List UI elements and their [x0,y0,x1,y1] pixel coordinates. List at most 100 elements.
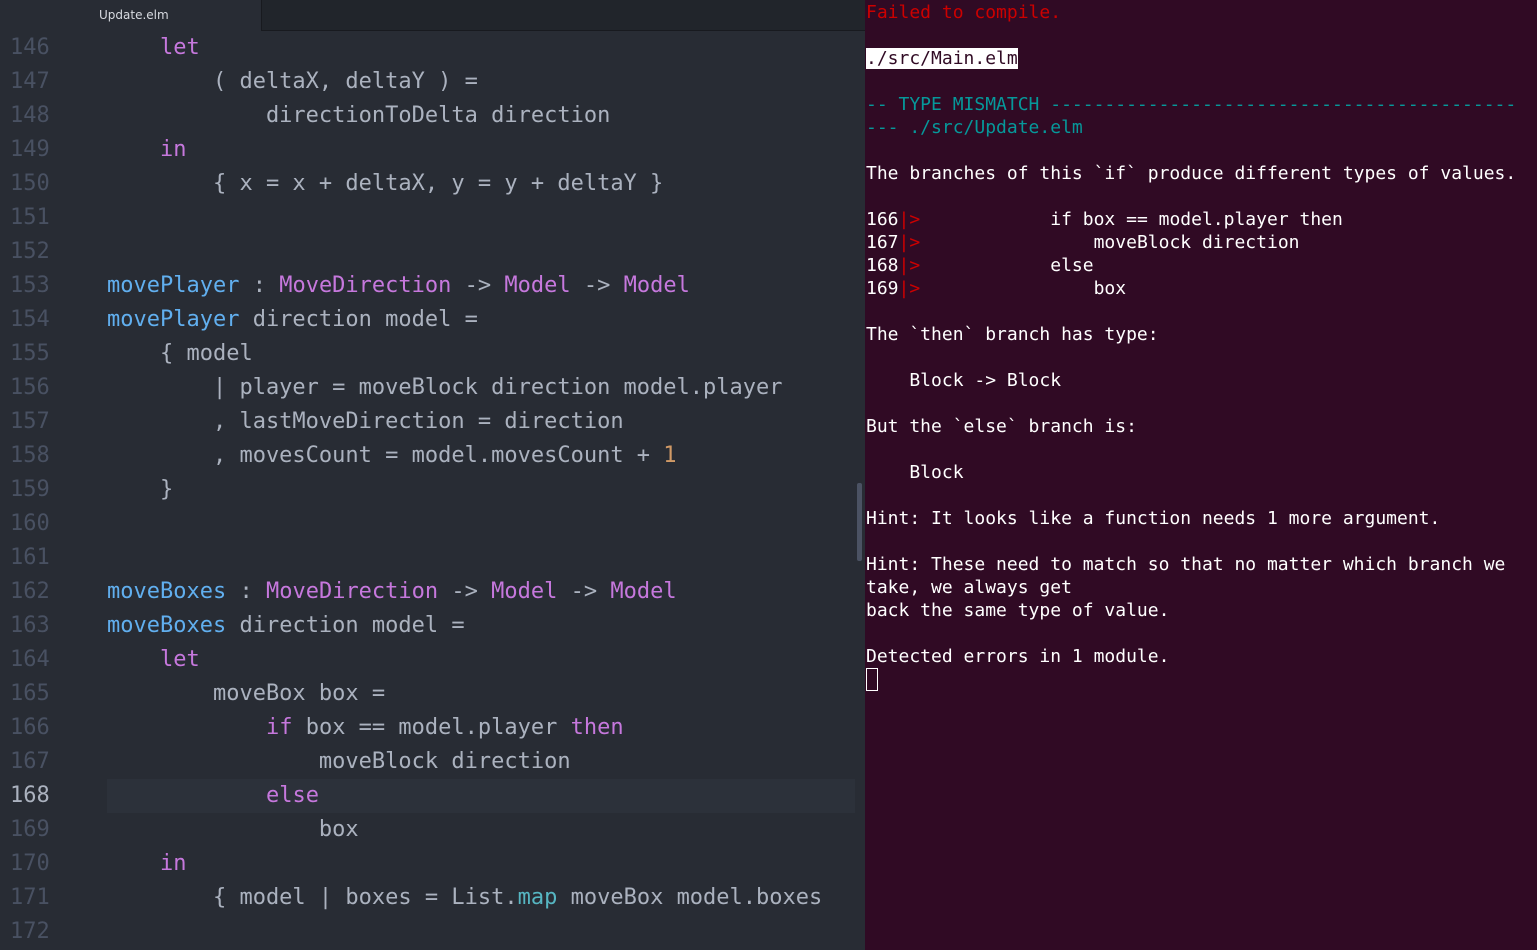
terminal-cursor [866,668,878,691]
code-text: { model [107,337,253,371]
code-token: moveBox model.boxes [557,885,823,910]
code-line[interactable]: 164 let [0,643,865,677]
error-line-number: 169 [866,278,899,299]
code-token: { model | boxes = List. [107,885,518,910]
code-token: } [107,477,174,502]
error-line-marker: |> [898,209,921,230]
code-token: -> [570,273,624,298]
code-line[interactable]: 169 box [0,813,865,847]
code-line[interactable]: 155 { model [0,337,865,371]
code-token: direction model = [226,613,465,638]
code-token: moveBlock direction [107,749,571,774]
code-line[interactable]: 149 in [0,133,865,167]
code-line[interactable]: 168 else [0,779,865,813]
code-text: , movesCount = model.movesCount + 1 [107,439,677,473]
code-token: moveBoxes [107,613,227,638]
error-line-code: if box == model.player then [920,209,1343,230]
code-token: Model [491,579,558,604]
code-line[interactable]: 148 directionToDelta direction [0,99,865,133]
line-number: 152 [10,239,50,264]
code-token: movePlayer [107,307,240,332]
code-text: | player = moveBlock direction model.pla… [107,371,783,405]
line-number: 148 [10,103,50,128]
code-token: directionToDelta direction [107,103,611,128]
code-token: , movesCount = model.movesCount + [107,443,664,468]
line-number: 164 [10,647,50,672]
code-token: Model [623,273,690,298]
else-label: But the `else` branch is: [866,416,1137,437]
error-code-line: 167|> moveBlock direction [866,231,1300,254]
code-text: { model | boxes = List.map moveBox model… [107,881,822,915]
tab-update-elm[interactable]: Update.elm [0,0,262,31]
code-token: in [159,851,187,876]
line-number: 146 [10,35,50,60]
code-line[interactable]: 161 [0,541,865,575]
code-token: let [159,647,200,672]
code-line[interactable]: 147 ( deltaX, deltaY ) = [0,65,865,99]
code-token: then [570,715,624,740]
line-number: 163 [10,613,50,638]
code-token: MoveDirection [279,273,452,298]
code-token: 1 [663,443,677,468]
code-text: { x = x + deltaX, y = y + deltaY } [107,167,663,201]
editor-scrollbar[interactable] [857,483,862,561]
line-number: 166 [10,715,50,740]
code-line[interactable]: 172 [0,915,865,949]
line-number: 157 [10,409,50,434]
code-line[interactable]: 154 movePlayer direction model = [0,303,865,337]
code-text: let [107,643,200,677]
code-token: MoveDirection [265,579,439,604]
line-number: 155 [10,341,50,366]
code-line[interactable]: 165 moveBox box = [0,677,865,711]
code-line[interactable]: 158 , movesCount = model.movesCount + 1 [0,439,865,473]
tab-label: Update.elm [99,8,169,22]
code-line[interactable]: 167 moveBlock direction [0,745,865,779]
code-line[interactable]: 160 [0,507,865,541]
error-code-line: 166|> if box == model.player then [866,208,1343,231]
code-token: ( deltaX, deltaY ) = [107,69,478,94]
line-number: 154 [10,307,50,332]
code-line[interactable]: 150 { x = x + deltaX, y = y + deltaY } [0,167,865,201]
line-number: 169 [10,817,50,842]
code-token: in [159,137,187,162]
file-path-selection[interactable]: ./src/Main.elm [866,48,1018,69]
code-line[interactable]: 151 [0,201,865,235]
code-line[interactable]: 153 movePlayer : MoveDirection -> Model -… [0,269,865,303]
code-line[interactable]: 152 [0,235,865,269]
line-number: 170 [10,851,50,876]
code-text: ( deltaX, deltaY ) = [107,65,478,99]
code-token: movePlayer [107,273,240,298]
code-line[interactable]: 163 moveBoxes direction model = [0,609,865,643]
code-token: moveBox box = [107,681,386,706]
error-message: The branches of this `if` produce differ… [866,163,1517,184]
code-line[interactable]: 146 let [0,31,865,65]
code-editor[interactable]: Update.elm 146 let 147 ( deltaX, deltaY )… [0,0,865,950]
code-token: Model [504,273,571,298]
code-line[interactable]: 159 } [0,473,865,507]
code-line[interactable]: 171 { model | boxes = List.map moveBox m… [0,881,865,915]
error-line-marker: |> [898,255,921,276]
code-line[interactable]: 166 if box == model.player then [0,711,865,745]
code-token: if [265,715,293,740]
code-area[interactable]: 146 let 147 ( deltaX, deltaY ) = 148 direc… [0,31,865,950]
code-token: direction model = [239,307,478,332]
hint-match-line3: back the same type of value. [866,600,1170,621]
code-text: moveBoxes direction model = [107,609,465,643]
code-line[interactable]: 162 moveBoxes : MoveDirection -> Model ->… [0,575,865,609]
code-text: box [107,813,359,847]
code-line[interactable]: 156 | player = moveBlock direction model… [0,371,865,405]
error-line-number: 166 [866,209,899,230]
else-type: Block [866,462,964,483]
hint-match-line2: take, we always get [866,577,1072,598]
code-line[interactable]: 157 , lastMoveDirection = direction [0,405,865,439]
code-text: directionToDelta direction [107,99,610,133]
code-text: else [107,779,319,813]
line-number: 168 [10,783,50,808]
error-line-code: else [920,255,1094,276]
terminal-panel[interactable]: Failed to compile. ./src/Main.elm -- TYP… [865,0,1537,950]
code-token: -> [451,273,505,298]
code-line[interactable]: 170 in [0,847,865,881]
